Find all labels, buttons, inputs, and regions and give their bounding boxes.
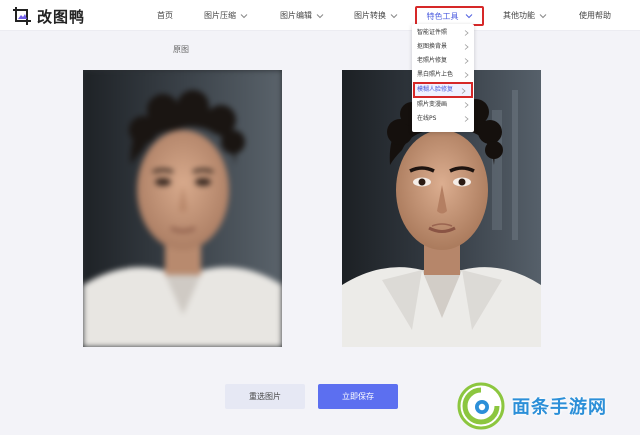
nav-label: 其他功能	[503, 11, 535, 20]
nav-label: 图片转换	[354, 11, 386, 20]
menu-item-label: 抠图换背景	[417, 43, 448, 50]
site-watermark: 面条手游网	[456, 377, 640, 435]
menu-item-label: 黑白照片上色	[417, 71, 454, 78]
menu-item-photo-to-cartoon[interactable]: 照片变漫画	[412, 98, 474, 112]
nav-other-features[interactable]: 其他功能	[503, 6, 547, 26]
menu-item-face-repair[interactable]: 模糊人脸修复	[413, 82, 473, 98]
menu-item-online-ps[interactable]: 在线PS	[412, 112, 474, 126]
chevron-down-icon	[390, 14, 398, 19]
chevron-right-icon	[464, 116, 469, 122]
nav-image-edit[interactable]: 图片编辑	[280, 6, 324, 26]
chevron-right-icon	[464, 44, 469, 50]
chevron-down-icon	[465, 14, 472, 19]
chevron-right-icon	[461, 88, 466, 94]
save-now-button[interactable]: 立即保存	[318, 384, 398, 409]
menu-item-colorize[interactable]: 黑白照片上色	[412, 68, 474, 82]
watermark-text: 面条手游网	[512, 397, 607, 418]
nav-help[interactable]: 使用帮助	[579, 6, 611, 26]
nav-label: 使用帮助	[579, 11, 611, 20]
reselect-image-button[interactable]: 重选图片	[225, 384, 305, 409]
chevron-right-icon	[464, 30, 469, 36]
nav-image-convert[interactable]: 图片转换	[354, 6, 398, 26]
portrait-image	[83, 70, 282, 347]
chevron-right-icon	[464, 102, 469, 108]
chevron-down-icon	[539, 14, 547, 19]
menu-item-id-photo[interactable]: 智能证件照	[412, 26, 474, 40]
menu-item-label: 智能证件照	[417, 29, 448, 36]
chevron-right-icon	[464, 72, 469, 78]
menu-item-label: 模糊人脸修复	[417, 86, 454, 93]
menu-item-label: 老照片修复	[417, 57, 448, 64]
nav-label: 特色工具	[426, 11, 459, 21]
chevron-down-icon	[240, 14, 248, 19]
chevron-right-icon	[464, 58, 469, 64]
special-tools-dropdown: 智能证件照 抠图换背景 老照片修复 黑白照片上色 模糊人脸修复 照片变漫画 在线…	[412, 24, 474, 132]
brand-logo[interactable]: 改图鸭	[12, 6, 85, 26]
menu-item-cutout-background[interactable]: 抠图换背景	[412, 40, 474, 54]
nav-home[interactable]: 首页	[157, 6, 173, 26]
original-photo	[83, 70, 282, 347]
watermark-logo-icon	[457, 382, 505, 430]
top-navbar: 改图鸭 首页 图片压缩 图片编辑 图片转换 特色工具 其他功能 使用帮助	[0, 0, 640, 31]
nav-label: 图片编辑	[280, 11, 312, 20]
menu-item-old-photo-repair[interactable]: 老照片修复	[412, 54, 474, 68]
original-image-caption: 原图	[173, 45, 189, 54]
nav-label: 图片压缩	[204, 11, 236, 20]
menu-item-label: 在线PS	[417, 115, 437, 122]
nav-label: 首页	[157, 11, 173, 20]
crop-frame-icon	[13, 7, 31, 25]
brand-name: 改图鸭	[37, 7, 86, 26]
nav-image-compress[interactable]: 图片压缩	[204, 6, 248, 26]
chevron-down-icon	[316, 14, 324, 19]
menu-item-label: 照片变漫画	[417, 101, 448, 108]
nav-special-tools[interactable]: 特色工具	[415, 6, 484, 26]
